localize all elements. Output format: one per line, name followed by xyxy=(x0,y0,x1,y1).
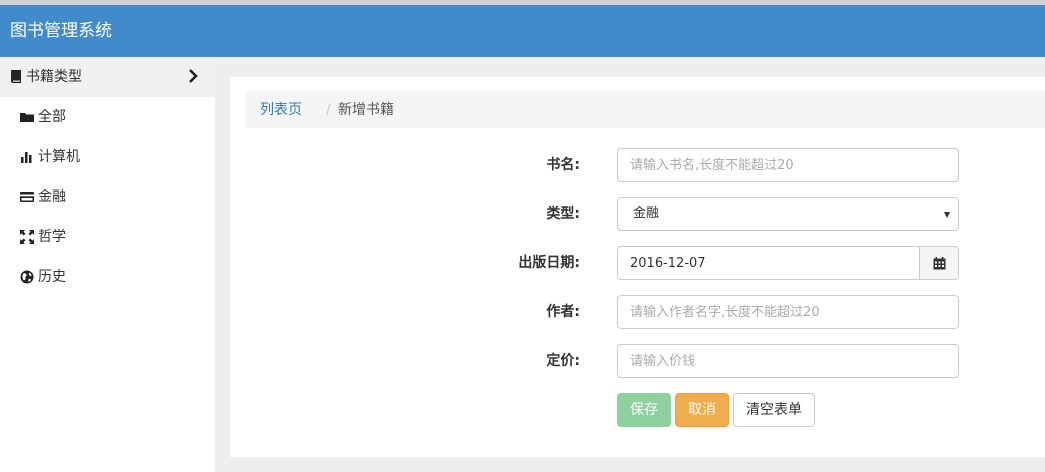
sidebar-item-finance[interactable]: 金融 xyxy=(0,177,215,217)
author-label: 作者: xyxy=(546,304,580,320)
book-type-label: 类型: xyxy=(546,206,580,222)
publish-date-group xyxy=(617,246,959,280)
book-name-label: 书名: xyxy=(546,157,580,173)
save-button[interactable]: 保存 xyxy=(617,393,671,427)
fullscreen-icon xyxy=(20,230,34,244)
sidebar-item-label: 金融 xyxy=(38,189,66,205)
globe-icon xyxy=(20,270,34,284)
book-type-select[interactable]: 金融 xyxy=(617,197,959,231)
price-label: 定价: xyxy=(546,353,580,369)
calendar-icon xyxy=(933,257,946,270)
sidebar-item-label: 哲学 xyxy=(38,229,66,245)
breadcrumb-separator: / xyxy=(326,102,331,118)
sidebar-header-book-types[interactable]: 书籍类型 xyxy=(0,57,215,97)
caret-down-icon xyxy=(944,212,950,218)
top-navbar: 图书管理系统 xyxy=(0,0,1045,57)
sidebar-header-label: 书籍类型 xyxy=(26,69,82,85)
breadcrumb: 列表页 / 新增书籍 xyxy=(245,91,1045,128)
sidebar-item-label: 计算机 xyxy=(38,149,80,165)
book-name-input[interactable] xyxy=(617,148,959,182)
chevron-right-icon[interactable] xyxy=(188,69,198,83)
publish-date-label: 出版日期: xyxy=(518,255,580,271)
sidebar-item-label: 历史 xyxy=(38,269,66,285)
clear-form-button[interactable]: 清空表单 xyxy=(733,393,815,427)
calendar-button[interactable] xyxy=(919,246,959,280)
sidebar-item-philosophy[interactable]: 哲学 xyxy=(0,217,215,257)
author-input[interactable] xyxy=(617,295,959,329)
sidebar-item-label: 全部 xyxy=(38,109,66,125)
cancel-button[interactable]: 取消 xyxy=(675,393,729,427)
folder-icon xyxy=(20,113,34,122)
breadcrumb-list-link[interactable]: 列表页 xyxy=(260,100,302,120)
sidebar: 书籍类型 全部 计算机 金融 哲学 历史 xyxy=(0,57,215,472)
sidebar-item-computer[interactable]: 计算机 xyxy=(0,137,215,177)
main-panel: 列表页 / 新增书籍 书名: 类型: 金融 出版日期: 作者: xyxy=(230,77,1045,457)
breadcrumb-current: 新增书籍 xyxy=(338,102,394,118)
credit-card-icon xyxy=(20,192,34,202)
book-type-selected-value: 金融 xyxy=(633,206,660,221)
sidebar-item-all[interactable]: 全部 xyxy=(0,97,215,137)
publish-date-input[interactable] xyxy=(617,246,920,280)
app-title[interactable]: 图书管理系统 xyxy=(10,19,112,43)
bar-chart-icon xyxy=(21,152,32,163)
price-input[interactable] xyxy=(617,344,959,378)
book-icon xyxy=(11,70,21,83)
sidebar-item-history[interactable]: 历史 xyxy=(0,257,215,297)
